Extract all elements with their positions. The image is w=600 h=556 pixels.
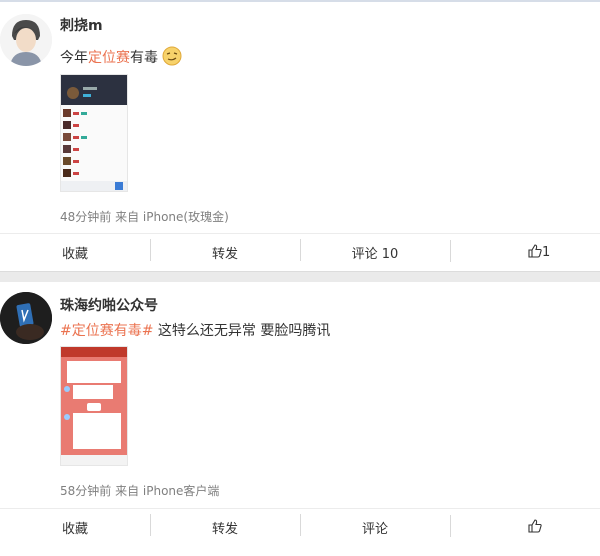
thumbs-up-icon [528,519,542,533]
post-meta: 58分钟前 来自 iPhone客户端 [60,484,220,498]
like-button[interactable]: 1 [450,240,600,262]
chat-screenshot-image [61,347,127,465]
action-bar: 收藏 转发 评论 10 1 [0,233,600,270]
smirk-emoji-icon [162,46,182,66]
text-body: 这特么还无异常 要脸吗腾讯 [153,323,331,339]
comment-button[interactable]: 评论 [300,513,450,537]
topic-hashtag[interactable]: #定位赛有毒# [60,323,153,339]
game-screenshot-image [61,75,127,191]
thumbs-up-icon [528,244,542,258]
username[interactable]: 珠海约啪公众号 [60,295,158,315]
like-button[interactable] [450,515,600,537]
post-text: 今年定位赛有毒 [60,46,182,67]
repost-button[interactable]: 转发 [150,513,300,537]
action-bar: 收藏 转发 评论 [0,508,600,545]
post-meta: 48分钟前 来自 iPhone(玫瑰金) [60,210,229,224]
like-count: 1 [542,245,551,260]
comment-button[interactable]: 评论 10 [300,238,450,262]
post-image-thumbnail[interactable] [60,74,128,192]
repost-button[interactable]: 转发 [150,238,300,262]
avatar[interactable] [0,14,52,66]
avatar-illustration-icon [0,14,52,66]
text-suffix: 有毒 [130,50,158,66]
username[interactable]: 刺挠m [60,15,103,35]
avatar-photo-icon [0,292,52,344]
avatar[interactable] [0,292,52,344]
post-card: 刺挠m 今年定位赛有毒 48分钟前 来自 iPhone(玫瑰金) 收藏 转发 评… [0,2,600,270]
post-image-thumbnail[interactable] [60,346,128,466]
post-separator [0,271,600,282]
text-prefix: 今年 [60,50,88,66]
favorite-button[interactable]: 收藏 [0,518,150,537]
highlight-keyword[interactable]: 定位赛 [88,50,130,66]
favorite-button[interactable]: 收藏 [0,243,150,262]
post-card: 珠海约啪公众号 #定位赛有毒# 这特么还无异常 要脸吗腾讯 58分钟前 来自 i… [0,282,600,556]
post-text: #定位赛有毒# 这特么还无异常 要脸吗腾讯 [60,320,330,340]
